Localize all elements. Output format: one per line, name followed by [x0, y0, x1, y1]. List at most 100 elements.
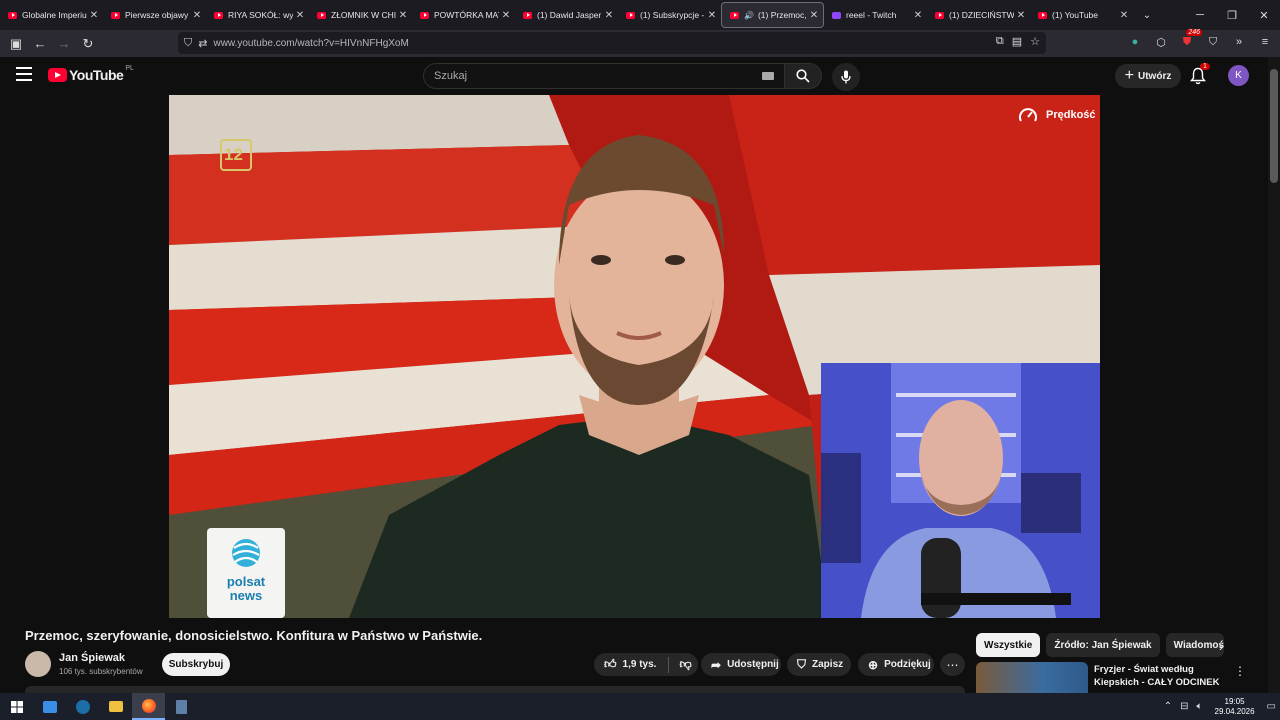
hamburger-menu-icon[interactable]	[16, 67, 32, 81]
privacy-extension-icon[interactable]: ⛉	[1204, 33, 1222, 51]
adblock-extension-icon[interactable]: ⛊ 246	[1178, 29, 1202, 51]
thanks-button[interactable]: ⊕ Podziękuj	[858, 653, 934, 676]
tab-list-icon[interactable]: ⌄	[1137, 10, 1157, 21]
subscribe-button[interactable]: Subskrybuj	[162, 653, 230, 676]
save-button[interactable]: ⛉ Zapisz	[787, 653, 851, 676]
plus-icon: +	[1124, 67, 1134, 84]
window-controls: ─ ❐ ✕	[1184, 0, 1280, 30]
chip-news[interactable]: Wiadomości	[1165, 633, 1224, 657]
browser-tab-active[interactable]: 🔊(1) Przemoc, s✕	[721, 2, 824, 28]
keyboard-icon[interactable]	[762, 72, 774, 80]
close-tab-icon[interactable]: ✕	[1014, 10, 1028, 21]
playback-speed-indicator[interactable]: Prędkość	[1018, 107, 1096, 123]
back-icon[interactable]: ←	[28, 32, 52, 56]
bookmark-icon: ⛉	[797, 657, 807, 671]
notifications-button[interactable]: 1	[1190, 63, 1210, 85]
chip-source[interactable]: Źródło: Jan Śpiewak	[1046, 633, 1160, 657]
channel-avatar[interactable]	[25, 651, 51, 677]
browser-tab[interactable]: (1) Subskrypcje - Y ✕	[618, 2, 721, 28]
recommendation-menu-icon[interactable]: ⋮	[1234, 664, 1246, 678]
windows-taskbar: ⌃ ⊟ 🔈︎ 19:05 29.04.2026 ▭	[0, 693, 1280, 720]
volume-icon[interactable]: 🔈︎	[1197, 701, 1203, 712]
youtube-logo[interactable]: YouTube PL	[48, 65, 134, 83]
network-icon[interactable]: ⊟	[1180, 701, 1188, 712]
more-actions-icon[interactable]: ⋯	[940, 653, 965, 676]
close-tab-icon[interactable]: ✕	[911, 10, 925, 21]
browser-tab[interactable]: reeel - Twitch ✕	[824, 2, 927, 28]
page-scrollbar[interactable]	[1268, 57, 1280, 693]
browser-tab[interactable]: (1) YouTube ✕	[1030, 2, 1133, 28]
polsat-news-logo-line2: news	[229, 588, 263, 603]
close-tab-icon[interactable]: ✕	[190, 10, 204, 21]
browser-tab[interactable]: Globalne Imperium ✕	[0, 2, 103, 28]
address-bar[interactable]: ⛉ ⇄ www.youtube.com/watch?v=HIVnNFHgXoM …	[178, 32, 1046, 54]
search-button[interactable]	[784, 63, 822, 89]
close-tab-icon[interactable]: ✕	[705, 10, 719, 21]
clock[interactable]: 19:05 29.04.2026	[1215, 697, 1255, 717]
notification-count-badge: 1	[1200, 63, 1210, 70]
close-tab-icon[interactable]: ✕	[807, 10, 821, 21]
close-tab-icon[interactable]: ✕	[293, 10, 307, 21]
youtube-favicon-icon	[523, 11, 532, 19]
overflow-chevron-icon[interactable]: »	[1230, 33, 1248, 51]
system-tray: ⌃ ⊟ 🔈︎ 19:05 29.04.2026 ▭	[1160, 693, 1280, 720]
shield-icon[interactable]: ⛉	[184, 37, 192, 50]
firefox-icon[interactable]	[132, 693, 165, 720]
browser-tab[interactable]: (1) DZIECIŃSTWO✕	[927, 2, 1030, 28]
vpn-extension-icon[interactable]: ●	[1126, 33, 1144, 51]
browser-tab[interactable]: Pierwsze objawy R ✕	[103, 2, 206, 28]
reader-view-icon[interactable]: ▤	[1012, 35, 1022, 48]
chip-all[interactable]: Wszystkie	[976, 633, 1041, 657]
start-icon[interactable]	[0, 693, 33, 720]
tray-chevron-icon[interactable]: ⌃	[1164, 701, 1172, 712]
channel-name[interactable]: Jan Śpiewak	[59, 652, 125, 664]
search-icon	[796, 69, 810, 83]
file-explorer-icon[interactable]	[99, 693, 132, 720]
extension-badge: 246	[1186, 29, 1202, 36]
browser-tab[interactable]: (1) Dawid Jasper W✕	[515, 2, 618, 28]
url-text[interactable]: www.youtube.com/watch?v=HIVnNFHgXoM	[213, 38, 408, 49]
youtube-favicon-icon	[626, 11, 635, 19]
menu-icon[interactable]: ≡	[1256, 33, 1274, 51]
minimize-icon[interactable]: ─	[1184, 0, 1216, 30]
calculator-icon[interactable]	[165, 693, 198, 720]
youtube-favicon-icon	[420, 11, 429, 19]
bookmark-star-icon[interactable]: ☆	[1030, 35, 1040, 48]
like-count[interactable]: 1,9 tys.	[623, 659, 657, 670]
permissions-icon[interactable]: ⇄	[198, 37, 207, 50]
create-button[interactable]: + Utwórz	[1115, 64, 1181, 88]
close-window-icon[interactable]: ✕	[1248, 0, 1280, 30]
close-tab-icon[interactable]: ✕	[87, 10, 101, 21]
maximize-icon[interactable]: ❐	[1216, 0, 1248, 30]
share-button[interactable]: ➦ Udostępnij	[701, 653, 781, 676]
youtube-header: YouTube PL Szukaj + Utwórz 1 K	[0, 57, 1268, 95]
dislike-icon[interactable]: 👎︎	[679, 657, 691, 672]
youtube-favicon-icon	[8, 11, 17, 19]
voice-search-button[interactable]	[832, 63, 860, 91]
pip-icon[interactable]: ⧉	[996, 35, 1004, 48]
browser-tab[interactable]: POWTÓRKA MATU✕	[412, 2, 515, 28]
like-dislike-group: 👍︎ 1,9 tys. 👎︎	[594, 653, 698, 676]
close-tab-icon[interactable]: ✕	[1117, 10, 1131, 21]
scrollbar-thumb[interactable]	[1270, 69, 1278, 183]
recommendation-thumbnail[interactable]	[976, 662, 1088, 694]
account-avatar[interactable]: K	[1228, 65, 1249, 86]
notification-center-icon[interactable]: ▭	[1267, 701, 1276, 712]
forward-icon[interactable]: →	[52, 32, 76, 56]
close-tab-icon[interactable]: ✕	[396, 10, 410, 21]
browser-tab[interactable]: ZŁOMNIK W CHIN ✕	[309, 2, 412, 28]
search-input[interactable]: Szukaj	[423, 63, 785, 89]
subscriber-count: 106 tys. subskrybentów	[59, 667, 143, 676]
reload-icon[interactable]: ↻	[76, 32, 100, 56]
browser-navbar: ▣ ← → ↻ ⛉ ⇄ www.youtube.com/watch?v=HIVn…	[0, 29, 1280, 57]
speaker-icon[interactable]: 🔊	[744, 11, 754, 20]
browser-tab[interactable]: RIYA SOKÓŁ: wywi✕	[206, 2, 309, 28]
close-tab-icon[interactable]: ✕	[499, 10, 513, 21]
close-tab-icon[interactable]: ✕	[602, 10, 616, 21]
like-icon[interactable]: 👍︎	[604, 657, 617, 672]
chevron-right-icon[interactable]: ›	[1219, 640, 1223, 654]
extensions-icon[interactable]: ⬡	[1152, 33, 1170, 51]
app-icon[interactable]	[33, 693, 66, 720]
sidebar-toggle-icon[interactable]: ▣	[4, 32, 28, 56]
steam-icon[interactable]	[66, 693, 99, 720]
